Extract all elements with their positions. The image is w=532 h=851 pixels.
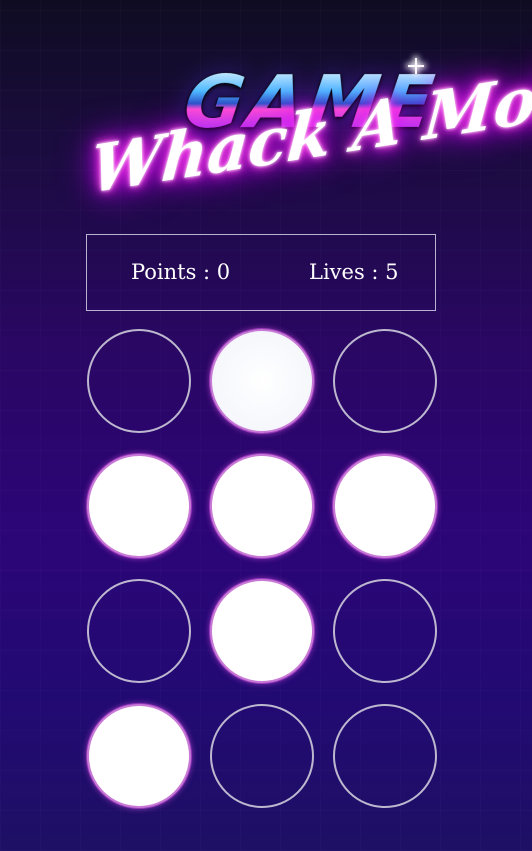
game-logo: GAME Whack A Mole [40,30,532,220]
mole-hole-r1-c2[interactable] [210,329,314,433]
mole-hole-r4-c2[interactable] [210,704,314,808]
score-panel: Points : 0 Lives : 5 [86,234,436,311]
mole-hole-r1-c1[interactable] [87,329,191,433]
lives-display: Lives : 5 [309,260,399,284]
mole-hole-r2-c3[interactable] [333,454,437,558]
mole-hole-r3-c1[interactable] [87,579,191,683]
points-display: Points : 0 [131,260,231,284]
mole-hole-r3-c3[interactable] [333,579,437,683]
mole-hole-r1-c3[interactable] [333,329,437,433]
mole-hole-r4-c3[interactable] [333,704,437,808]
mole-hole-r2-c1[interactable] [87,454,191,558]
mole-hole-r2-c2[interactable] [210,454,314,558]
mole-hole-r4-c1[interactable] [87,704,191,808]
sparkle-icon [408,58,424,74]
mole-hole-r3-c2[interactable] [210,579,314,683]
